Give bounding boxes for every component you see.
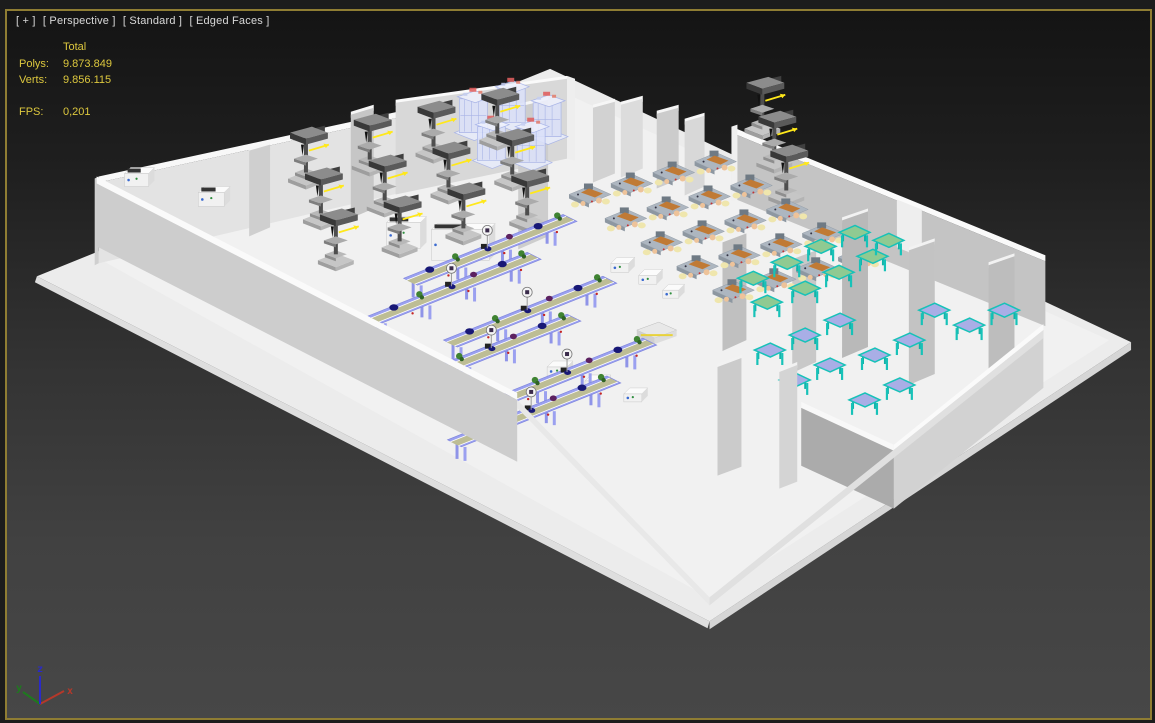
statistics-overlay: Total Polys: 9.873.849 Verts: 9.856.115 … [19,39,112,120]
axis-x-label: x [67,686,73,697]
viewport-menu-pov[interactable]: [ Perspective ] [43,15,116,27]
application-frame: [ + ] [ Perspective ] [ Standard ] [ Edg… [0,0,1155,723]
3d-viewport[interactable]: [ + ] [ Perspective ] [ Standard ] [ Edg… [5,9,1152,720]
viewport-canvas[interactable] [7,11,1150,718]
viewport-menu-shading[interactable]: [ Edged Faces ] [189,15,269,27]
foundation [34,68,1132,630]
axis-y-label: y [16,683,22,694]
stats-row-verts: Verts: 9.856.115 [19,72,112,88]
axis-z: z [37,664,43,704]
axis-z-label: z [37,664,43,675]
stats-row-polys: Polys: 9.873.849 [19,56,112,72]
axis-x: x [39,686,73,705]
stats-row-fps: FPS: 0,201 [19,104,112,120]
axis-y: y [16,683,41,705]
polys-label: Polys: [19,58,49,70]
polys-value: 9.873.849 [63,58,112,70]
fps-value: 0,201 [63,106,91,118]
fps-label: FPS: [19,106,44,118]
viewport-label: [ + ] [ Perspective ] [ Standard ] [ Edg… [16,15,273,27]
world-axis-gizmo: x y z [16,664,73,705]
verts-label: Verts: [19,74,48,86]
viewport-menu-renderer[interactable]: [ Standard ] [123,15,182,27]
viewport-menu-general[interactable]: [ + ] [16,15,36,27]
verts-value: 9.856.115 [63,74,112,86]
stats-column-header: Total [63,41,87,53]
